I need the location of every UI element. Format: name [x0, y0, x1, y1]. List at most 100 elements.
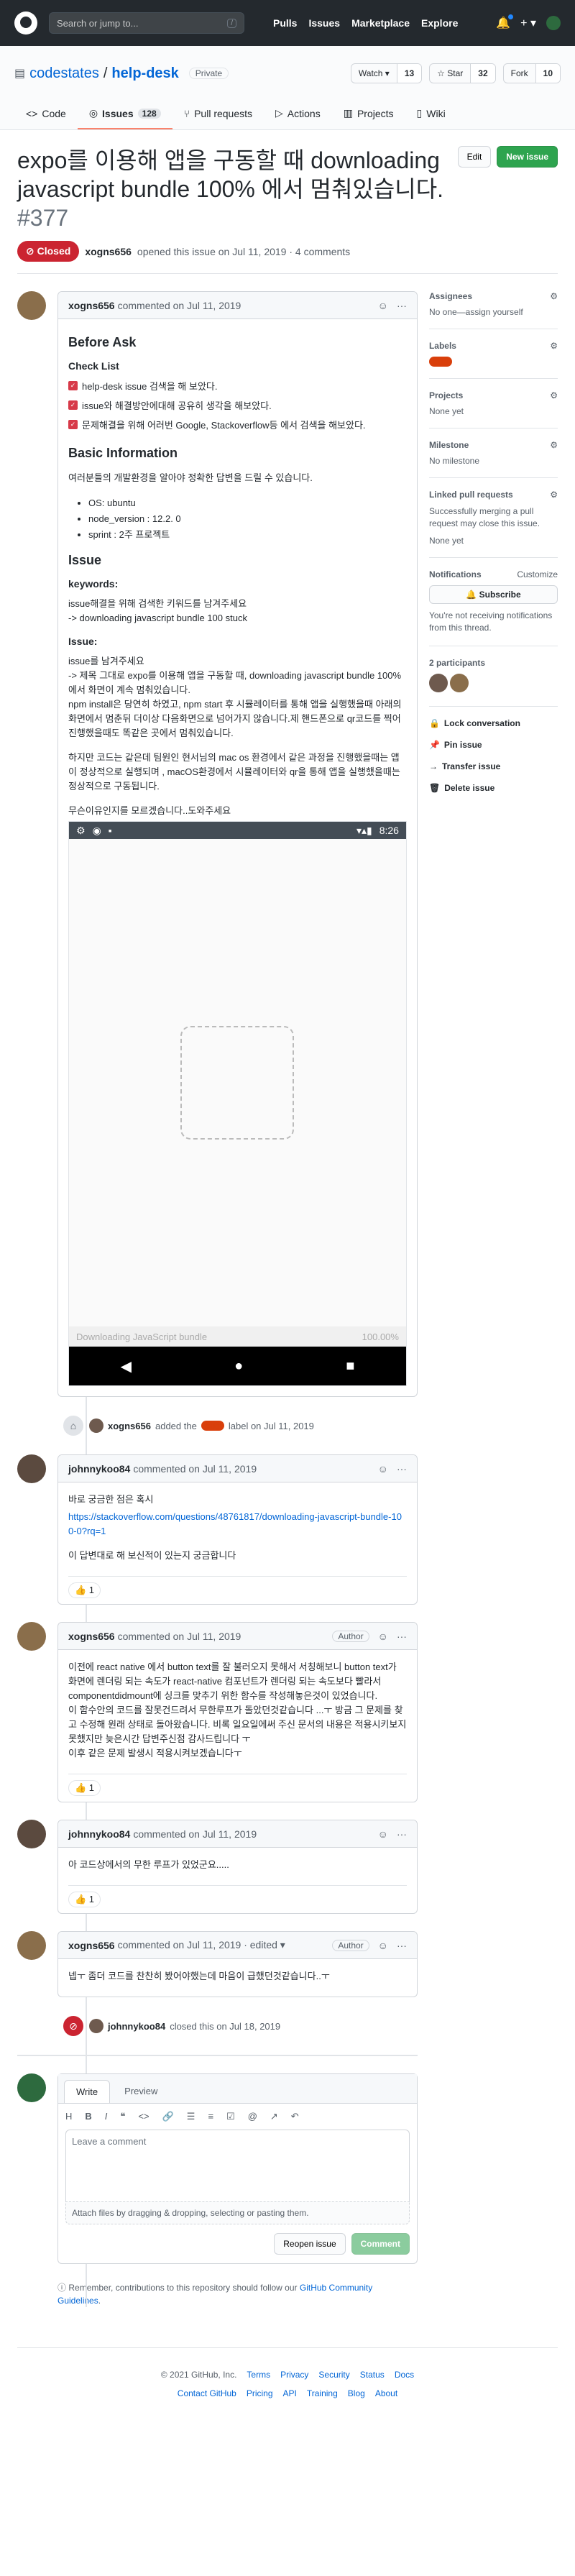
task-list-icon[interactable]: ☑ — [226, 2111, 235, 2122]
delete-issue-link[interactable]: 🗑 Delete issue — [429, 777, 558, 799]
bullet-list-icon[interactable]: ☰ — [187, 2111, 196, 2122]
tab-actions[interactable]: ▷ Actions — [264, 107, 332, 129]
tab-projects[interactable]: ▥ Projects — [332, 107, 405, 129]
comment-timestamp[interactable]: commented on Jul 11, 2019 — [118, 300, 242, 311]
code-icon[interactable]: <> — [138, 2111, 149, 2122]
nav-issues[interactable]: Issues — [308, 17, 340, 29]
star-button[interactable]: ☆ Star 32 — [429, 63, 496, 83]
footer-link[interactable]: About — [375, 2388, 397, 2398]
edit-title-button[interactable]: Edit — [457, 146, 492, 168]
avatar[interactable] — [17, 1820, 46, 1848]
comment-author[interactable]: xogns656 — [68, 1940, 115, 1951]
transfer-issue-link[interactable]: → Transfer issue — [429, 756, 558, 777]
tab-wiki[interactable]: ▯ Wiki — [405, 107, 457, 129]
attach-files-zone[interactable]: Attach files by dragging & dropping, sel… — [65, 2201, 410, 2224]
tab-write[interactable]: Write — [64, 2080, 111, 2103]
footer-link[interactable]: Training — [307, 2388, 338, 2398]
smiley-icon[interactable]: ☺ — [378, 1631, 388, 1642]
create-new-menu[interactable]: + ▾ — [520, 16, 536, 30]
italic-icon[interactable]: I — [105, 2111, 108, 2122]
customize-link[interactable]: Customize — [517, 569, 558, 579]
smiley-icon[interactable]: ☺ — [378, 300, 388, 311]
lock-conversation-link[interactable]: 🔒 Lock conversation — [429, 712, 558, 734]
footer-link[interactable]: Docs — [395, 2370, 414, 2380]
footer-link[interactable]: API — [283, 2388, 297, 2398]
heading-icon[interactable]: H — [65, 2111, 72, 2122]
gear-icon[interactable]: ⚙ — [550, 490, 558, 500]
pin-issue-link[interactable]: 📌 Pin issue — [429, 734, 558, 756]
repo-name-link[interactable]: help-desk — [111, 65, 178, 82]
thumbs-up-reaction[interactable]: 👍 1 — [68, 1582, 101, 1598]
search-input[interactable]: Search or jump to... / — [49, 12, 244, 34]
event-user[interactable]: johnnykoo84 — [108, 2021, 165, 2032]
avatar[interactable] — [17, 2073, 46, 2102]
link-icon[interactable]: 🔗 — [162, 2111, 174, 2122]
tab-code[interactable]: <> Code — [14, 108, 78, 129]
footer-link[interactable]: Contact GitHub — [178, 2388, 236, 2398]
nav-pulls[interactable]: Pulls — [273, 17, 297, 29]
cross-reference-icon[interactable]: ↗ — [270, 2111, 278, 2122]
gear-icon[interactable]: ⚙ — [550, 440, 558, 450]
footer-link[interactable]: Blog — [348, 2388, 365, 2398]
footer-link[interactable]: Privacy — [280, 2370, 308, 2380]
avatar[interactable] — [89, 1418, 104, 1433]
kebab-horizontal-icon[interactable]: ··· — [397, 1940, 407, 1951]
subscribe-button[interactable]: 🔔 Subscribe — [428, 585, 558, 604]
footer-link[interactable]: Terms — [247, 2370, 270, 2380]
event-user[interactable]: xogns656 — [108, 1421, 151, 1431]
comment-author[interactable]: xogns656 — [68, 300, 115, 311]
issue-author-link[interactable]: xogns656 — [85, 246, 132, 257]
assignees-value[interactable]: No one—assign yourself — [429, 307, 558, 317]
footer-link[interactable]: Status — [360, 2370, 385, 2380]
kebab-horizontal-icon[interactable]: ··· — [397, 1828, 407, 1840]
nav-explore[interactable]: Explore — [421, 17, 458, 29]
comment-timestamp[interactable]: commented on Jul 11, 2019 · edited ▾ — [118, 1939, 285, 1951]
footer-link[interactable]: Pricing — [247, 2388, 273, 2398]
fork-button[interactable]: Fork 10 — [502, 63, 561, 83]
avatar[interactable] — [17, 1622, 46, 1651]
kebab-horizontal-icon[interactable]: ··· — [397, 1631, 407, 1642]
thumbs-up-reaction[interactable]: 👍 1 — [68, 1892, 101, 1907]
watch-button[interactable]: Watch ▾ 13 — [350, 63, 423, 83]
reopen-issue-button[interactable]: Reopen issue — [274, 2233, 346, 2255]
participant-avatar[interactable] — [428, 674, 448, 692]
repo-owner-link[interactable]: codestates — [29, 65, 99, 82]
thumbs-up-reaction[interactable]: 👍 1 — [68, 1780, 101, 1796]
avatar[interactable] — [17, 1454, 46, 1483]
gear-icon[interactable]: ⚙ — [550, 291, 558, 301]
bold-icon[interactable]: B — [85, 2111, 91, 2122]
user-avatar-menu[interactable] — [546, 16, 561, 30]
tab-preview[interactable]: Preview — [113, 2080, 169, 2103]
comment-timestamp[interactable]: commented on Jul 11, 2019 — [133, 1463, 257, 1475]
bug-label[interactable]: bug — [428, 357, 452, 367]
avatar[interactable] — [17, 291, 46, 320]
participant-avatar[interactable] — [450, 674, 469, 692]
smiley-icon[interactable]: ☺ — [378, 1828, 388, 1840]
gear-icon[interactable]: ⚙ — [550, 341, 558, 351]
notifications-bell-icon[interactable]: 🔔 — [496, 14, 514, 30]
avatar[interactable] — [89, 2019, 104, 2033]
comment-author[interactable]: johnnykoo84 — [68, 1828, 130, 1840]
footer-link[interactable]: Security — [318, 2370, 349, 2380]
reply-icon[interactable]: ↶ — [291, 2111, 299, 2122]
smiley-icon[interactable]: ☺ — [378, 1463, 388, 1475]
comment-button[interactable]: Comment — [351, 2233, 410, 2255]
comment-timestamp[interactable]: commented on Jul 11, 2019 — [133, 1828, 257, 1840]
github-logo-icon[interactable] — [14, 12, 37, 35]
comment-textarea[interactable]: Leave a comment — [65, 2130, 410, 2201]
numbered-list-icon[interactable]: ≡ — [208, 2111, 213, 2122]
stackoverflow-link[interactable]: https://stackoverflow.com/questions/4876… — [68, 1511, 402, 1536]
gear-icon[interactable]: ⚙ — [550, 390, 558, 400]
smiley-icon[interactable]: ☺ — [378, 1940, 388, 1951]
bug-label[interactable]: bug — [201, 1421, 224, 1431]
new-issue-button[interactable]: New issue — [497, 146, 558, 168]
comment-timestamp[interactable]: commented on Jul 11, 2019 — [118, 1631, 242, 1642]
kebab-horizontal-icon[interactable]: ··· — [397, 1463, 407, 1475]
mention-icon[interactable]: @ — [248, 2111, 257, 2122]
avatar[interactable] — [17, 1931, 46, 1960]
comment-author[interactable]: johnnykoo84 — [68, 1463, 130, 1475]
tab-issues[interactable]: ◎ Issues 128 — [77, 107, 172, 129]
comment-author[interactable]: xogns656 — [68, 1631, 115, 1642]
kebab-horizontal-icon[interactable]: ··· — [397, 300, 407, 311]
nav-marketplace[interactable]: Marketplace — [351, 17, 410, 29]
